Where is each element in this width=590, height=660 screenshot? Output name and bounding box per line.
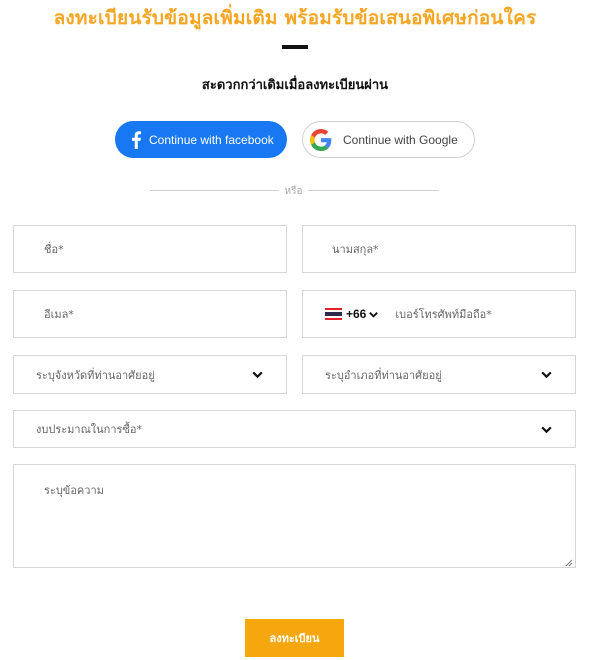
page-title: ลงทะเบียนรับข้อมูลเพิ่มเติม พร้อมรับข้อเ… bbox=[53, 7, 537, 29]
facebook-button-label: Continue with facebook bbox=[149, 132, 274, 147]
chevron-down-icon bbox=[251, 368, 264, 381]
province-select[interactable]: ระบุจังหวัดที่ท่านอาศัยอยู่ bbox=[13, 355, 287, 394]
budget-placeholder: งบประมาณในการซื้อ* bbox=[36, 423, 142, 436]
register-button[interactable]: ลงทะเบียน bbox=[245, 619, 344, 657]
email-placeholder: อีเมล* bbox=[44, 308, 74, 321]
thailand-flag-icon[interactable] bbox=[325, 308, 342, 320]
message-textarea[interactable]: ระบุข้อความ bbox=[13, 464, 576, 568]
phone-placeholder: เบอร์โทรศัพท์มือถือ* bbox=[395, 308, 492, 321]
phone-country-code[interactable]: +66 bbox=[346, 307, 366, 321]
email-field[interactable]: อีเมล* bbox=[13, 290, 287, 338]
google-button-label: Continue with Google bbox=[343, 132, 458, 147]
last-name-placeholder: นามสกุล* bbox=[332, 243, 379, 256]
divider-text: หรือ bbox=[284, 186, 303, 197]
chevron-down-icon bbox=[540, 423, 553, 436]
resize-handle-icon[interactable] bbox=[565, 557, 573, 567]
divider-line-right bbox=[308, 190, 439, 191]
page-subtitle: สะดวกกว่าเดิมเมื่อลงทะเบียนผ่าน bbox=[201, 78, 389, 93]
first-name-placeholder: ชื่อ* bbox=[44, 243, 64, 256]
chevron-down-icon[interactable] bbox=[368, 309, 379, 320]
google-login-button[interactable]: Continue with Google bbox=[302, 121, 475, 158]
budget-select[interactable]: งบประมาณในการซื้อ* bbox=[13, 410, 576, 448]
last-name-field[interactable]: นามสกุล* bbox=[302, 225, 576, 273]
province-placeholder: ระบุจังหวัดที่ท่านอาศัยอยู่ bbox=[36, 368, 155, 382]
district-select[interactable]: ระบุอำเภอที่ท่านอาศัยอยู่ bbox=[302, 355, 576, 394]
first-name-field[interactable]: ชื่อ* bbox=[13, 225, 287, 273]
message-placeholder: ระบุข้อความ bbox=[44, 484, 104, 497]
google-icon bbox=[310, 128, 332, 151]
facebook-login-button[interactable]: Continue with facebook bbox=[115, 121, 287, 158]
district-placeholder: ระบุอำเภอที่ท่านอาศัยอยู่ bbox=[325, 368, 442, 382]
phone-field[interactable]: +66 เบอร์โทรศัพท์มือถือ* bbox=[302, 290, 576, 338]
title-underline bbox=[282, 45, 308, 49]
chevron-down-icon bbox=[540, 368, 553, 381]
divider-line-left bbox=[150, 190, 279, 191]
facebook-icon bbox=[127, 130, 145, 149]
